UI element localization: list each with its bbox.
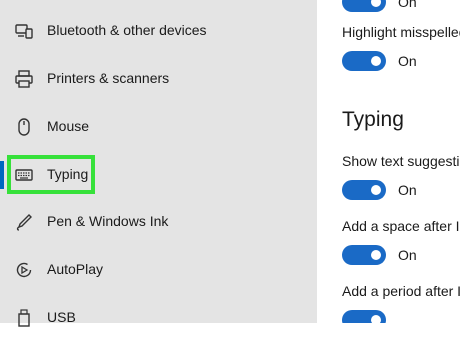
show-text-suggestions-label: Show text suggestions as I type [342, 153, 460, 169]
bluetooth-devices-icon [14, 21, 34, 41]
typing-settings-panel: On Highlight misspelled words On Typing … [317, 0, 460, 323]
autoplay-icon [14, 260, 34, 280]
add-period-toggle[interactable] [342, 310, 386, 323]
highlight-box [7, 155, 95, 194]
highlight-misspelled-label: Highlight misspelled words [342, 24, 460, 40]
add-period-label: Add a period after I double-tap the Spac… [342, 283, 460, 299]
settings-sidebar: Bluetooth & other devices Printers & sca… [0, 0, 317, 327]
toggle-knob [371, 185, 381, 195]
toggle-knob [371, 0, 381, 7]
sidebar-item-usb[interactable]: USB [0, 296, 317, 340]
pen-icon [14, 212, 34, 232]
sidebar-item-label: Printers & scanners [47, 70, 170, 86]
sidebar-item-label: Bluetooth & other devices [47, 22, 207, 38]
top-toggle[interactable] [342, 0, 386, 12]
mouse-icon [14, 117, 34, 137]
toggle-knob [371, 250, 381, 260]
add-space-state: On [398, 247, 417, 263]
show-text-suggestions-toggle[interactable] [342, 180, 386, 200]
selected-indicator [0, 161, 4, 189]
toggle-knob [371, 56, 381, 66]
top-toggle-state: On [398, 0, 417, 10]
section-title: Typing [342, 108, 404, 131]
sidebar-item-bluetooth[interactable]: Bluetooth & other devices [0, 9, 317, 53]
add-space-label: Add a space after I choose a text sugges… [342, 218, 460, 234]
printer-icon [14, 69, 34, 89]
sidebar-item-label: AutoPlay [47, 261, 104, 277]
sidebar-item-printers[interactable]: Printers & scanners [0, 57, 317, 101]
show-text-suggestions-state: On [398, 182, 417, 198]
sidebar-item-label: Mouse [47, 118, 90, 134]
sidebar-item-pen[interactable]: Pen & Windows Ink [0, 200, 317, 244]
sidebar-item-label: Pen & Windows Ink [47, 213, 169, 229]
highlight-misspelled-state: On [398, 53, 417, 69]
highlight-misspelled-toggle[interactable] [342, 51, 386, 71]
sidebar-item-mouse[interactable]: Mouse [0, 105, 317, 149]
toggle-knob [371, 315, 381, 323]
add-space-toggle[interactable] [342, 245, 386, 265]
sidebar-item-autoplay[interactable]: AutoPlay [0, 248, 317, 292]
usb-icon [14, 308, 34, 328]
